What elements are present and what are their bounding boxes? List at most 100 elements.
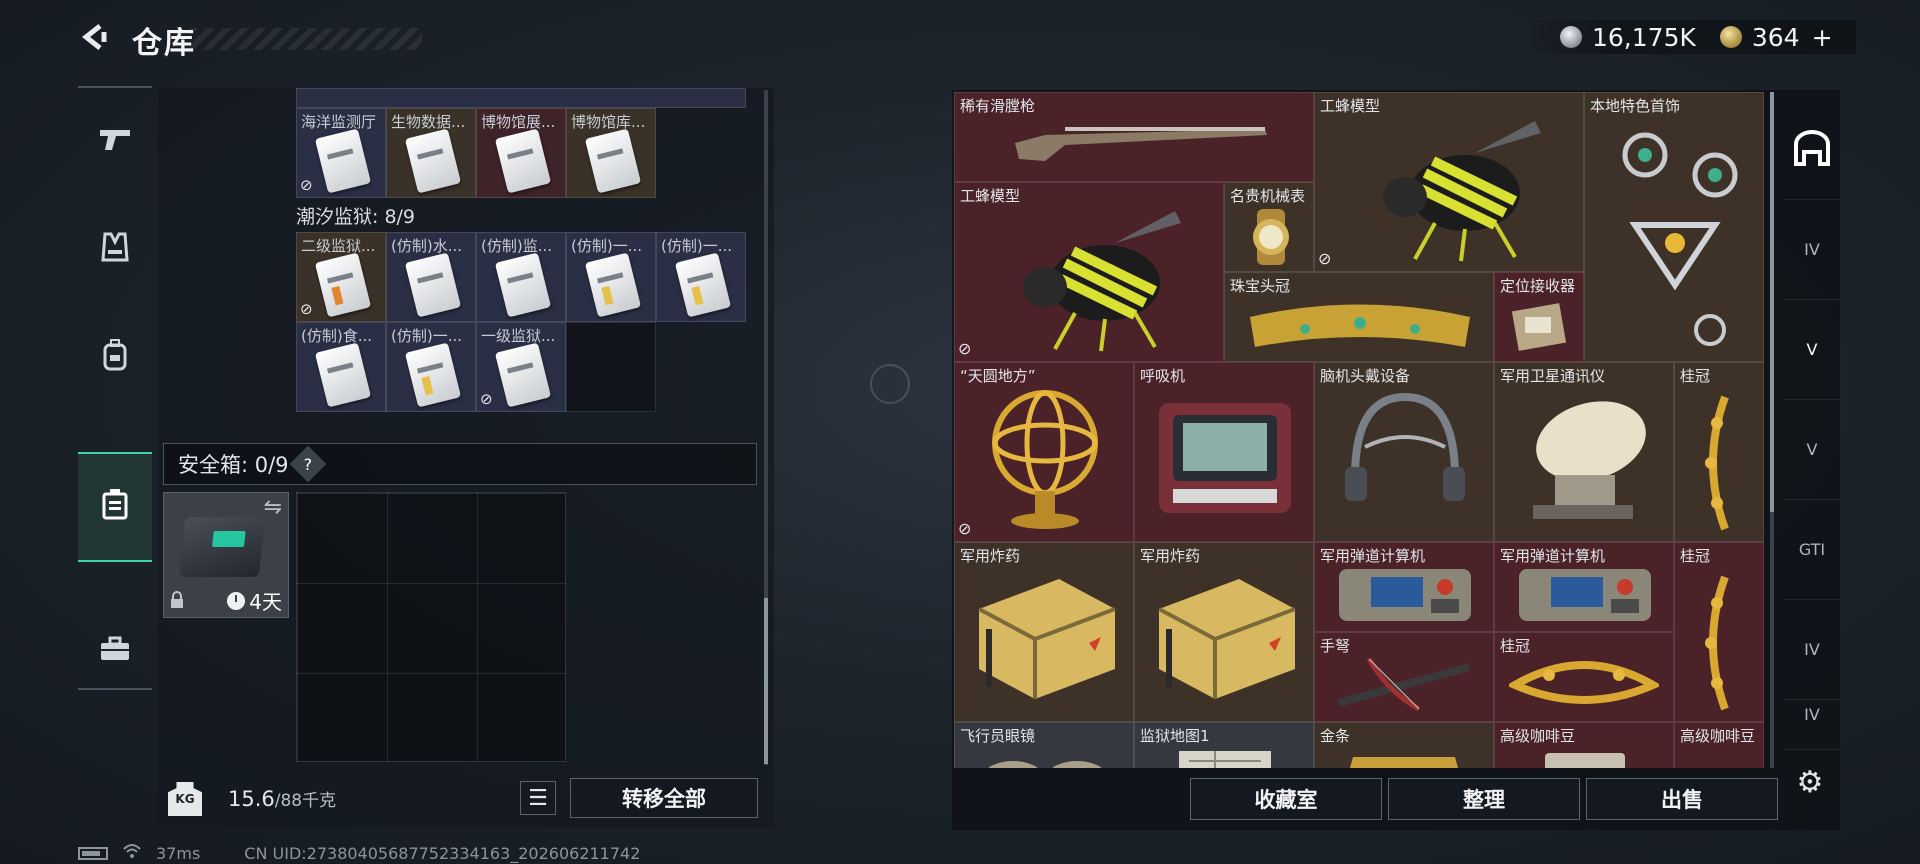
list-view-button[interactable]: ☰ [520,781,556,815]
inventory-slot[interactable]: (仿制)水... [386,232,476,322]
inventory-slot[interactable]: 生物数据... [386,108,476,198]
ornament-icon [1622,132,1738,346]
safebox-label: 安全箱: 0/9 [178,453,289,477]
stash-item[interactable]: 监狱地图1 [1134,722,1314,768]
inventory-slot[interactable]: 博物馆展... [476,108,566,198]
stash-item[interactable]: 本地特色首饰 [1584,92,1764,362]
tab-stash-v-b[interactable]: V [1784,400,1840,500]
ping: 37ms [156,843,201,863]
nav-armor[interactable] [78,196,152,304]
stash-item[interactable]: 脑机头戴设备 [1314,362,1494,542]
safebox-item[interactable]: ⇋ 4天 [163,492,289,618]
inventory-slot[interactable]: (仿制)一... [566,232,656,322]
tab-stash-gti[interactable]: GTI [1784,500,1840,600]
sell-button[interactable]: 出售 [1586,778,1778,820]
nav-toolbox[interactable] [78,598,152,706]
help-icon: ? [303,454,312,474]
nav-backpack[interactable] [78,304,152,412]
stash-item[interactable]: “天圆地方” ⊘ [954,362,1134,542]
inventory-slot[interactable]: (仿制)一... [386,322,476,412]
item-label: 名贵机械表 [1230,187,1306,205]
item-label: 珠宝头冠 [1230,277,1291,295]
transfer-all-button[interactable]: 转移全部 [570,778,758,818]
tab-stash-v-a[interactable]: V [1784,300,1840,400]
stash-item[interactable]: 工蜂模型 ⊘ [954,182,1224,362]
stash-item[interactable]: 桂冠 [1674,542,1764,722]
stash-item[interactable]: 珠宝头冠 [1224,272,1494,362]
stash-item[interactable]: 军用炸药 [1134,542,1314,722]
add-gold-button[interactable]: + [1812,23,1833,52]
item-label: 一级监狱... [481,327,556,345]
timer-value: 4天 [249,590,282,614]
nav-container[interactable] [78,452,152,562]
backpack-icon [102,338,128,378]
stash-item[interactable]: 军用弹道计算机 [1314,542,1494,632]
nav-weapons[interactable] [78,88,152,196]
stash-item[interactable]: 军用炸药 [954,542,1134,722]
inventory-scroll-thumb[interactable] [764,598,768,764]
stash-tab-iv-icon: IV [1804,240,1820,259]
musket-icon [1015,127,1267,161]
ballistic-computer-icon [1339,569,1471,621]
keycard-icon [404,342,462,408]
lock-icon [170,591,184,613]
tab-stash-iv-a[interactable]: IV [1784,200,1840,300]
armillary-sphere-icon [992,390,1098,529]
stash-item[interactable]: 金条 [1314,722,1494,768]
stash-item[interactable]: 工蜂模型 ⊘ [1314,92,1584,272]
item-label: 定位接收器 [1500,277,1576,295]
inventory-slot[interactable]: 二级监狱... ⊘ [296,232,386,322]
page-title: 仓库 [132,26,196,61]
stash-item[interactable]: 桂冠 [1494,632,1674,722]
item-label: 脑机头戴设备 [1320,367,1411,385]
unbound-icon: ⊘ [300,300,313,318]
stash-item[interactable]: 高级咖啡豆 [1674,722,1764,768]
help-button[interactable]: ? [289,445,326,483]
item-label: 桂冠 [1680,367,1711,385]
battery-icon [78,846,108,860]
gold-bar-icon [1349,757,1459,768]
tab-main-stash[interactable] [1784,100,1840,200]
stash-tabs: IV V V GTI IV IV [1784,100,1840,750]
safebox-header: 安全箱: 0/9 ? [163,443,757,485]
tab-stash-iv-c[interactable]: IV [1784,680,1840,750]
crossbow-icon [1337,657,1471,712]
item-label: (仿制)食... [301,327,373,345]
stash-item[interactable]: 名贵机械表 [1224,182,1314,272]
main-stash-icon [1792,129,1832,170]
keycard-icon [314,252,372,318]
stash-item[interactable]: 呼吸机 [1134,362,1314,542]
keycard-icon [494,342,552,408]
swap-icon[interactable]: ⇋ [264,495,282,520]
collection-room-button[interactable]: 收藏室 [1190,778,1382,820]
stash-item[interactable]: 军用卫星通讯仪 [1494,362,1674,542]
toolbox-icon [99,636,131,669]
stash-item[interactable]: 高级咖啡豆 [1494,722,1674,768]
stash-item[interactable]: 稀有滑膛枪 [954,92,1314,182]
stash-item[interactable]: 飞行员眼镜 [954,722,1134,768]
container-icon [102,488,128,527]
item-label: 二级监狱... [301,237,376,255]
safebox-grid[interactable] [296,492,566,762]
inventory-slot[interactable]: 博物馆库... [566,108,656,198]
back-button[interactable] [76,18,114,56]
item-label: 军用卫星通讯仪 [1500,367,1606,385]
keycard-icon [494,128,552,194]
stash-item[interactable]: 手弩 [1314,632,1494,722]
inventory-slot[interactable]: (仿制)监... [476,232,566,322]
inventory-slot[interactable]: (仿制)一... [656,232,746,322]
settings-button[interactable]: ⚙ [1790,762,1830,802]
inventory-slot[interactable]: 海洋监测厅 ⊘ [296,108,386,198]
inventory-slot[interactable]: (仿制)食... [296,322,386,412]
unbound-icon: ⊘ [958,339,972,358]
stash-item[interactable]: 定位接收器 [1494,272,1584,362]
stash-item[interactable]: 军用弹道计算机 [1494,542,1674,632]
inventory-slot[interactable]: 一级监狱... ⊘ [476,322,566,412]
keycard-icon [584,128,642,194]
laurel-icon [1705,395,1729,531]
stash-item[interactable]: 桂冠 [1674,362,1764,542]
empty-slot[interactable] [566,322,656,412]
stash-scroll-thumb[interactable] [1770,92,1774,512]
item-label: 高级咖啡豆 [1680,727,1756,745]
sort-button[interactable]: 整理 [1388,778,1580,820]
